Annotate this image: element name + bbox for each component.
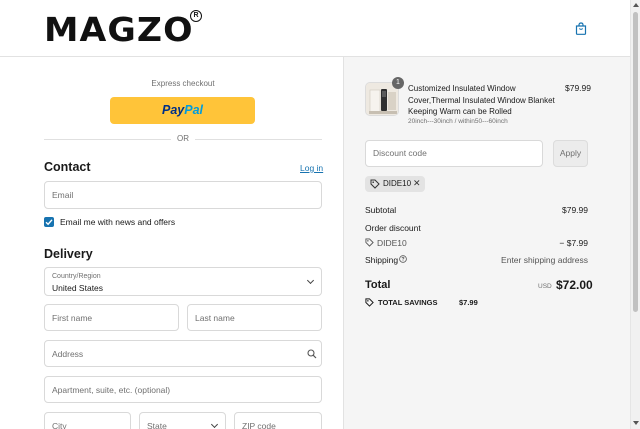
order-discount-label: Order discount	[365, 223, 421, 233]
newsletter-checkbox[interactable]	[44, 217, 54, 227]
apply-button[interactable]: Apply	[553, 140, 588, 167]
shopping-bag-icon[interactable]	[575, 22, 587, 35]
email-field[interactable]: Email	[44, 181, 322, 209]
shipping-label: Shipping	[365, 255, 399, 265]
search-icon	[307, 349, 317, 359]
newsletter-label: Email me with news and offers	[60, 217, 176, 227]
registered-mark: R	[190, 10, 202, 22]
discount-code-field[interactable]: Discount code	[365, 140, 543, 167]
contact-heading: Contact	[44, 160, 91, 174]
site-header: MAGZO R	[0, 0, 630, 57]
country-label: Country/Region	[52, 273, 101, 280]
country-value: United States	[52, 283, 104, 293]
scroll-up-arrow-icon[interactable]	[633, 3, 639, 7]
quantity-badge: 1	[392, 77, 404, 89]
shipping-label-row: Shipping	[365, 255, 407, 265]
address-placeholder: Address	[52, 348, 84, 359]
city-placeholder: City	[52, 420, 67, 429]
apartment-field[interactable]: Apartment, suite, etc. (optional)	[44, 376, 322, 403]
paypal-logo-part1: Pay	[161, 103, 185, 117]
chevron-down-icon	[306, 276, 315, 285]
discount-placeholder: Discount code	[373, 148, 427, 158]
zip-placeholder: ZIP code	[242, 420, 276, 429]
or-label: OR	[171, 134, 195, 143]
total-value: $72.00	[556, 278, 593, 292]
zip-field[interactable]: ZIP code	[234, 412, 322, 429]
product-price: $79.99	[565, 83, 591, 93]
order-summary-panel: 1 Customized Insulated Window Cover,Ther…	[344, 57, 630, 429]
remove-discount-icon[interactable]: ✕	[413, 178, 421, 189]
scrollbar-thumb[interactable]	[633, 12, 638, 312]
brand-logo[interactable]: MAGZO	[44, 10, 194, 49]
apartment-placeholder: Apartment, suite, etc. (optional)	[52, 384, 171, 395]
state-placeholder: State	[147, 420, 167, 429]
checkmark-icon	[45, 219, 53, 226]
login-link[interactable]: Log in	[300, 163, 323, 173]
subtotal-value: $79.99	[562, 205, 588, 215]
address-field[interactable]: Address	[44, 340, 322, 367]
page-scrollbar[interactable]	[630, 0, 640, 429]
savings-label: TOTAL SAVINGS	[378, 298, 438, 307]
discount-code-label: DIDE10	[377, 238, 407, 248]
subtotal-label: Subtotal	[365, 205, 397, 215]
product-variant: 20inch---30inch / within50---60inch	[408, 118, 508, 125]
delivery-heading: Delivery	[44, 247, 93, 261]
last-name-placeholder: Last name	[195, 312, 235, 323]
first-name-field[interactable]: First name	[44, 304, 179, 331]
savings-value: $7.99	[459, 298, 478, 307]
email-placeholder: Email	[52, 190, 74, 200]
paypal-logo-part2: Pal	[184, 103, 203, 117]
help-icon[interactable]	[399, 255, 407, 263]
city-field[interactable]: City	[44, 412, 131, 429]
tag-icon	[370, 179, 380, 189]
total-label: Total	[365, 279, 391, 291]
paypal-button[interactable]: PayPal	[110, 97, 255, 124]
first-name-placeholder: First name	[52, 312, 93, 323]
product-name: Customized Insulated Window Cover,Therma…	[408, 84, 555, 116]
country-select[interactable]: Country/Region United States	[44, 267, 322, 296]
scroll-down-arrow-icon[interactable]	[633, 421, 639, 425]
tag-icon	[365, 298, 374, 307]
currency-label: USD	[538, 283, 552, 290]
discount-value: − $7.99	[559, 238, 588, 248]
applied-code-label: DIDE10	[383, 179, 412, 188]
state-select[interactable]: State	[139, 412, 226, 429]
express-checkout-label: Express checkout	[151, 79, 215, 88]
applied-discount-tag: DIDE10 ✕	[365, 176, 425, 192]
chevron-down-icon	[210, 420, 219, 429]
shipping-value: Enter shipping address	[501, 255, 588, 265]
tag-icon	[365, 238, 374, 247]
checkout-form-panel: Express checkout PayPal OR Contact Log i…	[0, 57, 344, 429]
last-name-field[interactable]: Last name	[187, 304, 322, 331]
